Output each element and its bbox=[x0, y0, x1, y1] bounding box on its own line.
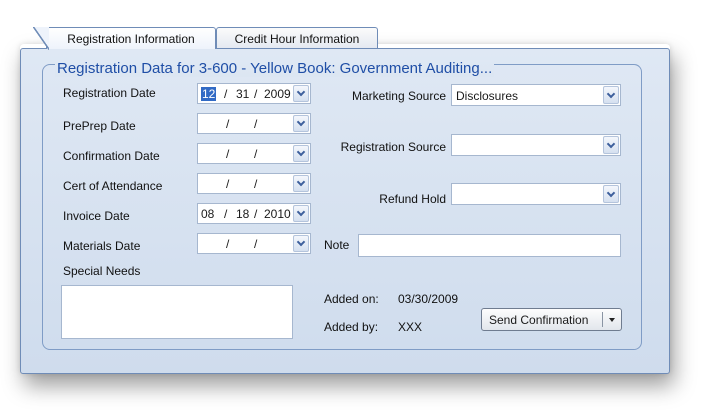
registration-source-select[interactable] bbox=[451, 134, 621, 156]
registration-source-label: Registration Source bbox=[340, 140, 446, 154]
chevron-down-icon bbox=[296, 117, 306, 127]
tab-label: Registration Information bbox=[67, 32, 195, 46]
dropdown-button[interactable] bbox=[293, 235, 309, 252]
special-needs-textarea[interactable] bbox=[61, 285, 293, 339]
day-segment[interactable]: 31 bbox=[236, 87, 249, 101]
marketing-source-label: Marketing Source bbox=[351, 89, 446, 103]
refund-hold-select[interactable] bbox=[451, 183, 621, 205]
tab-registration-information[interactable]: Registration Information bbox=[33, 27, 216, 50]
dropdown-button[interactable] bbox=[603, 185, 619, 203]
send-confirmation-button[interactable]: Send Confirmation bbox=[481, 308, 622, 331]
added-on-label: Added on: bbox=[324, 292, 379, 306]
send-confirmation-label: Send Confirmation bbox=[489, 313, 589, 327]
date-separator: / bbox=[226, 177, 230, 191]
added-by-value: XXX bbox=[398, 320, 423, 334]
chevron-down-icon bbox=[296, 237, 306, 247]
added-by-label: Added by: bbox=[324, 320, 379, 334]
date-separator: / bbox=[226, 147, 230, 161]
preprep-date-picker[interactable]: / / bbox=[197, 113, 311, 134]
date-separator: / bbox=[254, 117, 258, 131]
date-separator: / bbox=[224, 87, 228, 101]
month-segment[interactable]: 08 bbox=[201, 207, 214, 221]
date-separator: / bbox=[254, 237, 258, 251]
date-separator: / bbox=[254, 147, 258, 161]
year-segment[interactable]: 2009 bbox=[264, 87, 291, 101]
registration-date-picker[interactable]: 12 / 31 / 2009 bbox=[197, 83, 311, 104]
dropdown-button[interactable] bbox=[293, 115, 309, 132]
cert-of-attendance-label: Cert of Attendance bbox=[63, 179, 163, 193]
chevron-down-icon bbox=[296, 177, 306, 187]
refund-hold-label: Refund Hold bbox=[379, 192, 446, 206]
dropdown-button[interactable] bbox=[293, 145, 309, 162]
materials-date-label: Materials Date bbox=[63, 239, 141, 253]
chevron-down-icon bbox=[606, 139, 616, 148]
month-segment[interactable]: 12 bbox=[201, 87, 217, 101]
chevron-down-icon bbox=[296, 87, 306, 97]
cert-of-attendance-picker[interactable]: / / bbox=[197, 173, 311, 194]
date-separator: / bbox=[254, 207, 258, 221]
dropdown-button[interactable] bbox=[293, 175, 309, 192]
date-separator: / bbox=[226, 237, 230, 251]
date-separator: / bbox=[254, 177, 258, 191]
dropdown-button[interactable] bbox=[293, 85, 309, 102]
tab-credit-hour-information[interactable]: Credit Hour Information bbox=[216, 27, 378, 48]
date-separator: / bbox=[226, 117, 230, 131]
confirmation-date-label: Confirmation Date bbox=[63, 149, 160, 163]
date-separator: / bbox=[254, 87, 258, 101]
date-separator: / bbox=[224, 207, 228, 221]
tab-label: Credit Hour Information bbox=[234, 32, 360, 46]
note-input[interactable] bbox=[358, 234, 621, 257]
chevron-down-icon bbox=[606, 188, 616, 197]
year-segment[interactable]: 2010 bbox=[264, 207, 291, 221]
chevron-down-icon bbox=[296, 147, 306, 157]
marketing-source-value: Disclosures bbox=[456, 89, 519, 103]
added-on-value: 03/30/2009 bbox=[398, 292, 459, 306]
invoice-date-picker[interactable]: 08 / 18 / 2010 bbox=[197, 203, 311, 224]
registration-date-label: Registration Date bbox=[63, 86, 156, 100]
invoice-date-label: Invoice Date bbox=[63, 209, 130, 223]
marketing-source-select[interactable]: Disclosures bbox=[451, 84, 621, 106]
split-divider bbox=[602, 312, 603, 327]
dropdown-arrow-icon[interactable] bbox=[609, 318, 615, 322]
materials-date-picker[interactable]: / / bbox=[197, 233, 311, 254]
note-label: Note bbox=[324, 238, 350, 252]
dropdown-button[interactable] bbox=[293, 205, 309, 222]
special-needs-label: Special Needs bbox=[63, 264, 141, 278]
dropdown-button[interactable] bbox=[603, 86, 619, 104]
group-title: Registration Data for 3-600 - Yellow Boo… bbox=[55, 60, 495, 77]
confirmation-date-picker[interactable]: / / bbox=[197, 143, 311, 164]
preprep-date-label: PrePrep Date bbox=[63, 119, 136, 133]
chevron-down-icon bbox=[606, 89, 616, 98]
chevron-down-icon bbox=[296, 207, 306, 217]
dropdown-button[interactable] bbox=[603, 136, 619, 154]
day-segment[interactable]: 18 bbox=[236, 207, 249, 221]
